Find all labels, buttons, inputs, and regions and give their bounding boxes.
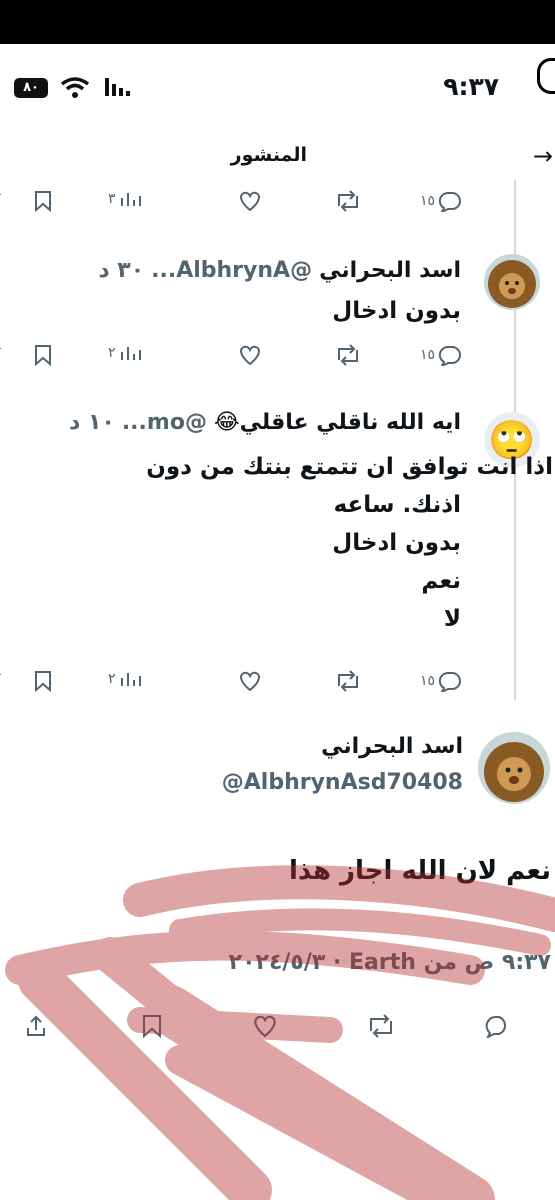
main-post-text: نعم لان الله اجاز هذا	[289, 856, 551, 886]
main-author-avatar[interactable]	[478, 732, 550, 804]
views-stat[interactable]: ٢	[108, 344, 141, 362]
reply-2-name[interactable]: ايه الله ناقلي عاقلي😂	[214, 410, 461, 435]
views-icon	[120, 673, 141, 686]
main-author-name[interactable]: اسد البحراني	[321, 734, 463, 759]
bookmark-icon[interactable]	[142, 1014, 162, 1038]
reply-2-body: اذا انت توافق ان تتمتع بنتك من دون اذنك.…	[146, 448, 553, 638]
views-count: ٢	[108, 345, 116, 361]
share-icon[interactable]	[24, 1014, 48, 1038]
like-icon[interactable]	[238, 670, 262, 692]
reply-1-handle[interactable]: @AlbhrynA...	[151, 258, 312, 283]
top-black-bar	[0, 0, 555, 44]
reply-count: ١٥	[420, 673, 436, 689]
page-title: المنشور	[230, 144, 307, 166]
repost-icon[interactable]	[366, 1014, 396, 1038]
main-post-actions	[0, 1014, 555, 1044]
share-icon[interactable]: ⇪	[0, 190, 4, 206]
reply-2-line-1: اذا انت توافق ان تتمتع بنتك من دون	[146, 454, 553, 480]
bookmark-icon[interactable]	[34, 344, 52, 366]
battery-indicator: ٨٠	[14, 78, 48, 98]
reply-1-line: بدون ادخال	[332, 298, 461, 324]
reply-1-name[interactable]: اسد البحراني	[319, 258, 461, 283]
share-icon[interactable]: ⇪	[0, 344, 4, 360]
cellular-signal-icon	[105, 78, 130, 96]
like-icon[interactable]	[238, 190, 262, 212]
bookmark-icon[interactable]	[34, 670, 52, 692]
views-stat[interactable]: ٢	[108, 670, 141, 688]
reply-count: ١٥	[420, 193, 436, 209]
post-header: المنشور →	[0, 138, 555, 176]
dynamic-island-edge	[537, 58, 555, 94]
reply-1-body: بدون ادخال	[332, 292, 461, 330]
views-icon	[120, 193, 141, 206]
reply-2-line-4: نعم	[421, 568, 461, 594]
like-icon[interactable]	[252, 1014, 278, 1038]
reply-2-actions: ⇪ ٢ ١٥	[0, 670, 555, 700]
repost-icon[interactable]	[334, 344, 362, 366]
repost-icon[interactable]	[334, 190, 362, 212]
reply-icon	[438, 671, 461, 692]
bookmark-icon[interactable]	[34, 190, 52, 212]
reply-icon	[438, 191, 461, 212]
reply-2-line-3: بدون ادخال	[332, 530, 461, 556]
reply-1-time: ٣٠ د	[98, 258, 145, 283]
reply-2-handle[interactable]: @mo...	[122, 410, 207, 435]
reply-1-author: اسد البحراني @AlbhrynA... ٣٠ د	[98, 258, 461, 283]
reply-icon[interactable]	[484, 1014, 510, 1038]
like-icon[interactable]	[238, 344, 262, 366]
reply-stat[interactable]: ١٥	[420, 670, 462, 692]
reply-1-actions: ⇪ ٢ ١٥	[0, 344, 555, 374]
reply-2-time: ١٠ د	[69, 410, 115, 435]
views-count: ٢	[108, 671, 116, 687]
back-arrow-icon[interactable]: →	[533, 142, 553, 170]
views-icon	[120, 347, 141, 360]
reply-icon	[438, 345, 461, 366]
share-icon[interactable]: ⇪	[0, 670, 4, 686]
reply-2-line-2: اذنك. ساعه	[333, 492, 461, 518]
main-author-handle[interactable]: @AlbhrynAsd70408	[222, 770, 463, 795]
reply-2-author: ايه الله ناقلي عاقلي😂 @mo... ١٠ د	[69, 410, 461, 435]
reply-stat[interactable]: ١٥	[420, 190, 462, 212]
main-post-meta: ٩:٣٧ ص من Earth · ٢٠٢٤/٥/٣	[228, 950, 551, 975]
reply-stat[interactable]: ١٥	[420, 344, 462, 366]
reply-0-actions: ⇪ ٣ ١٥	[0, 190, 555, 220]
lion-avatar[interactable]	[484, 254, 540, 310]
wifi-icon	[60, 77, 90, 98]
views-stat[interactable]: ٣	[108, 190, 141, 208]
reply-2-line-5: لا	[443, 606, 461, 632]
status-clock: ٩:٣٧	[443, 72, 499, 101]
reply-count: ١٥	[420, 347, 436, 363]
repost-icon[interactable]	[334, 670, 362, 692]
status-bar: ٨٠ ٩:٣٧	[0, 60, 555, 116]
views-count: ٣	[108, 191, 116, 207]
